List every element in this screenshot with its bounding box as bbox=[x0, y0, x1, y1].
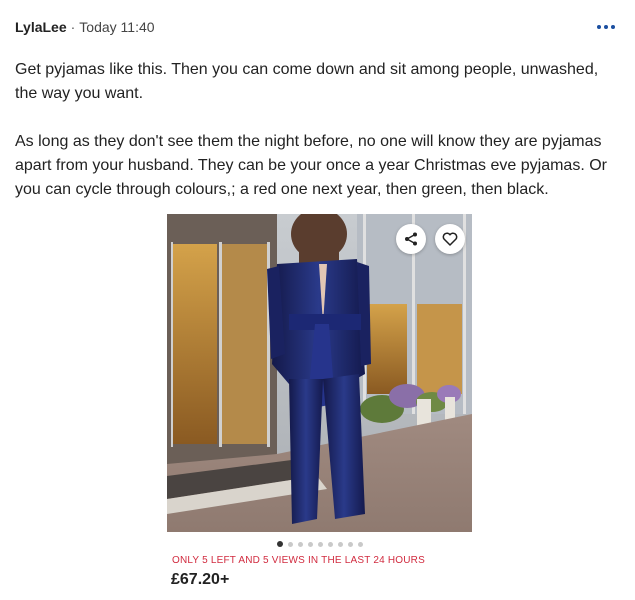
carousel-dot[interactable] bbox=[317, 541, 323, 547]
carousel-dot[interactable] bbox=[357, 541, 363, 547]
carousel-dot[interactable] bbox=[297, 541, 303, 547]
more-dot-icon bbox=[604, 25, 608, 29]
favourite-button[interactable] bbox=[435, 224, 465, 254]
carousel-dot[interactable] bbox=[276, 541, 283, 547]
more-dot-icon bbox=[597, 25, 601, 29]
carousel-dots bbox=[167, 533, 472, 555]
carousel-dot[interactable] bbox=[347, 541, 353, 547]
more-options-button[interactable] bbox=[594, 17, 618, 37]
carousel-dot[interactable] bbox=[337, 541, 343, 547]
post-header: LylaLee · Today 11:40 bbox=[15, 17, 620, 37]
header-separator: · bbox=[70, 19, 76, 35]
product-card[interactable]: ONLY 5 LEFT AND 5 VIEWS IN THE LAST 24 H… bbox=[167, 214, 472, 589]
share-button[interactable] bbox=[396, 224, 426, 254]
post-body: Get pyjamas like this. Then you can come… bbox=[15, 58, 615, 202]
author-name[interactable]: LylaLee bbox=[15, 19, 67, 35]
carousel-dot[interactable] bbox=[287, 541, 293, 547]
product-photo bbox=[167, 214, 472, 532]
product-image[interactable] bbox=[167, 214, 472, 532]
more-dot-icon bbox=[611, 25, 615, 29]
post-timestamp: Today 11:40 bbox=[79, 19, 155, 35]
post-paragraph: As long as they don't see them the night… bbox=[15, 133, 607, 198]
stock-notice: ONLY 5 LEFT AND 5 VIEWS IN THE LAST 24 H… bbox=[172, 555, 425, 566]
carousel-dot[interactable] bbox=[327, 541, 333, 547]
product-price[interactable]: £67.20+ bbox=[171, 571, 472, 589]
heart-icon bbox=[442, 232, 458, 246]
share-icon bbox=[405, 232, 417, 246]
post-paragraph: Get pyjamas like this. Then you can come… bbox=[15, 61, 599, 102]
carousel-dot[interactable] bbox=[307, 541, 313, 547]
